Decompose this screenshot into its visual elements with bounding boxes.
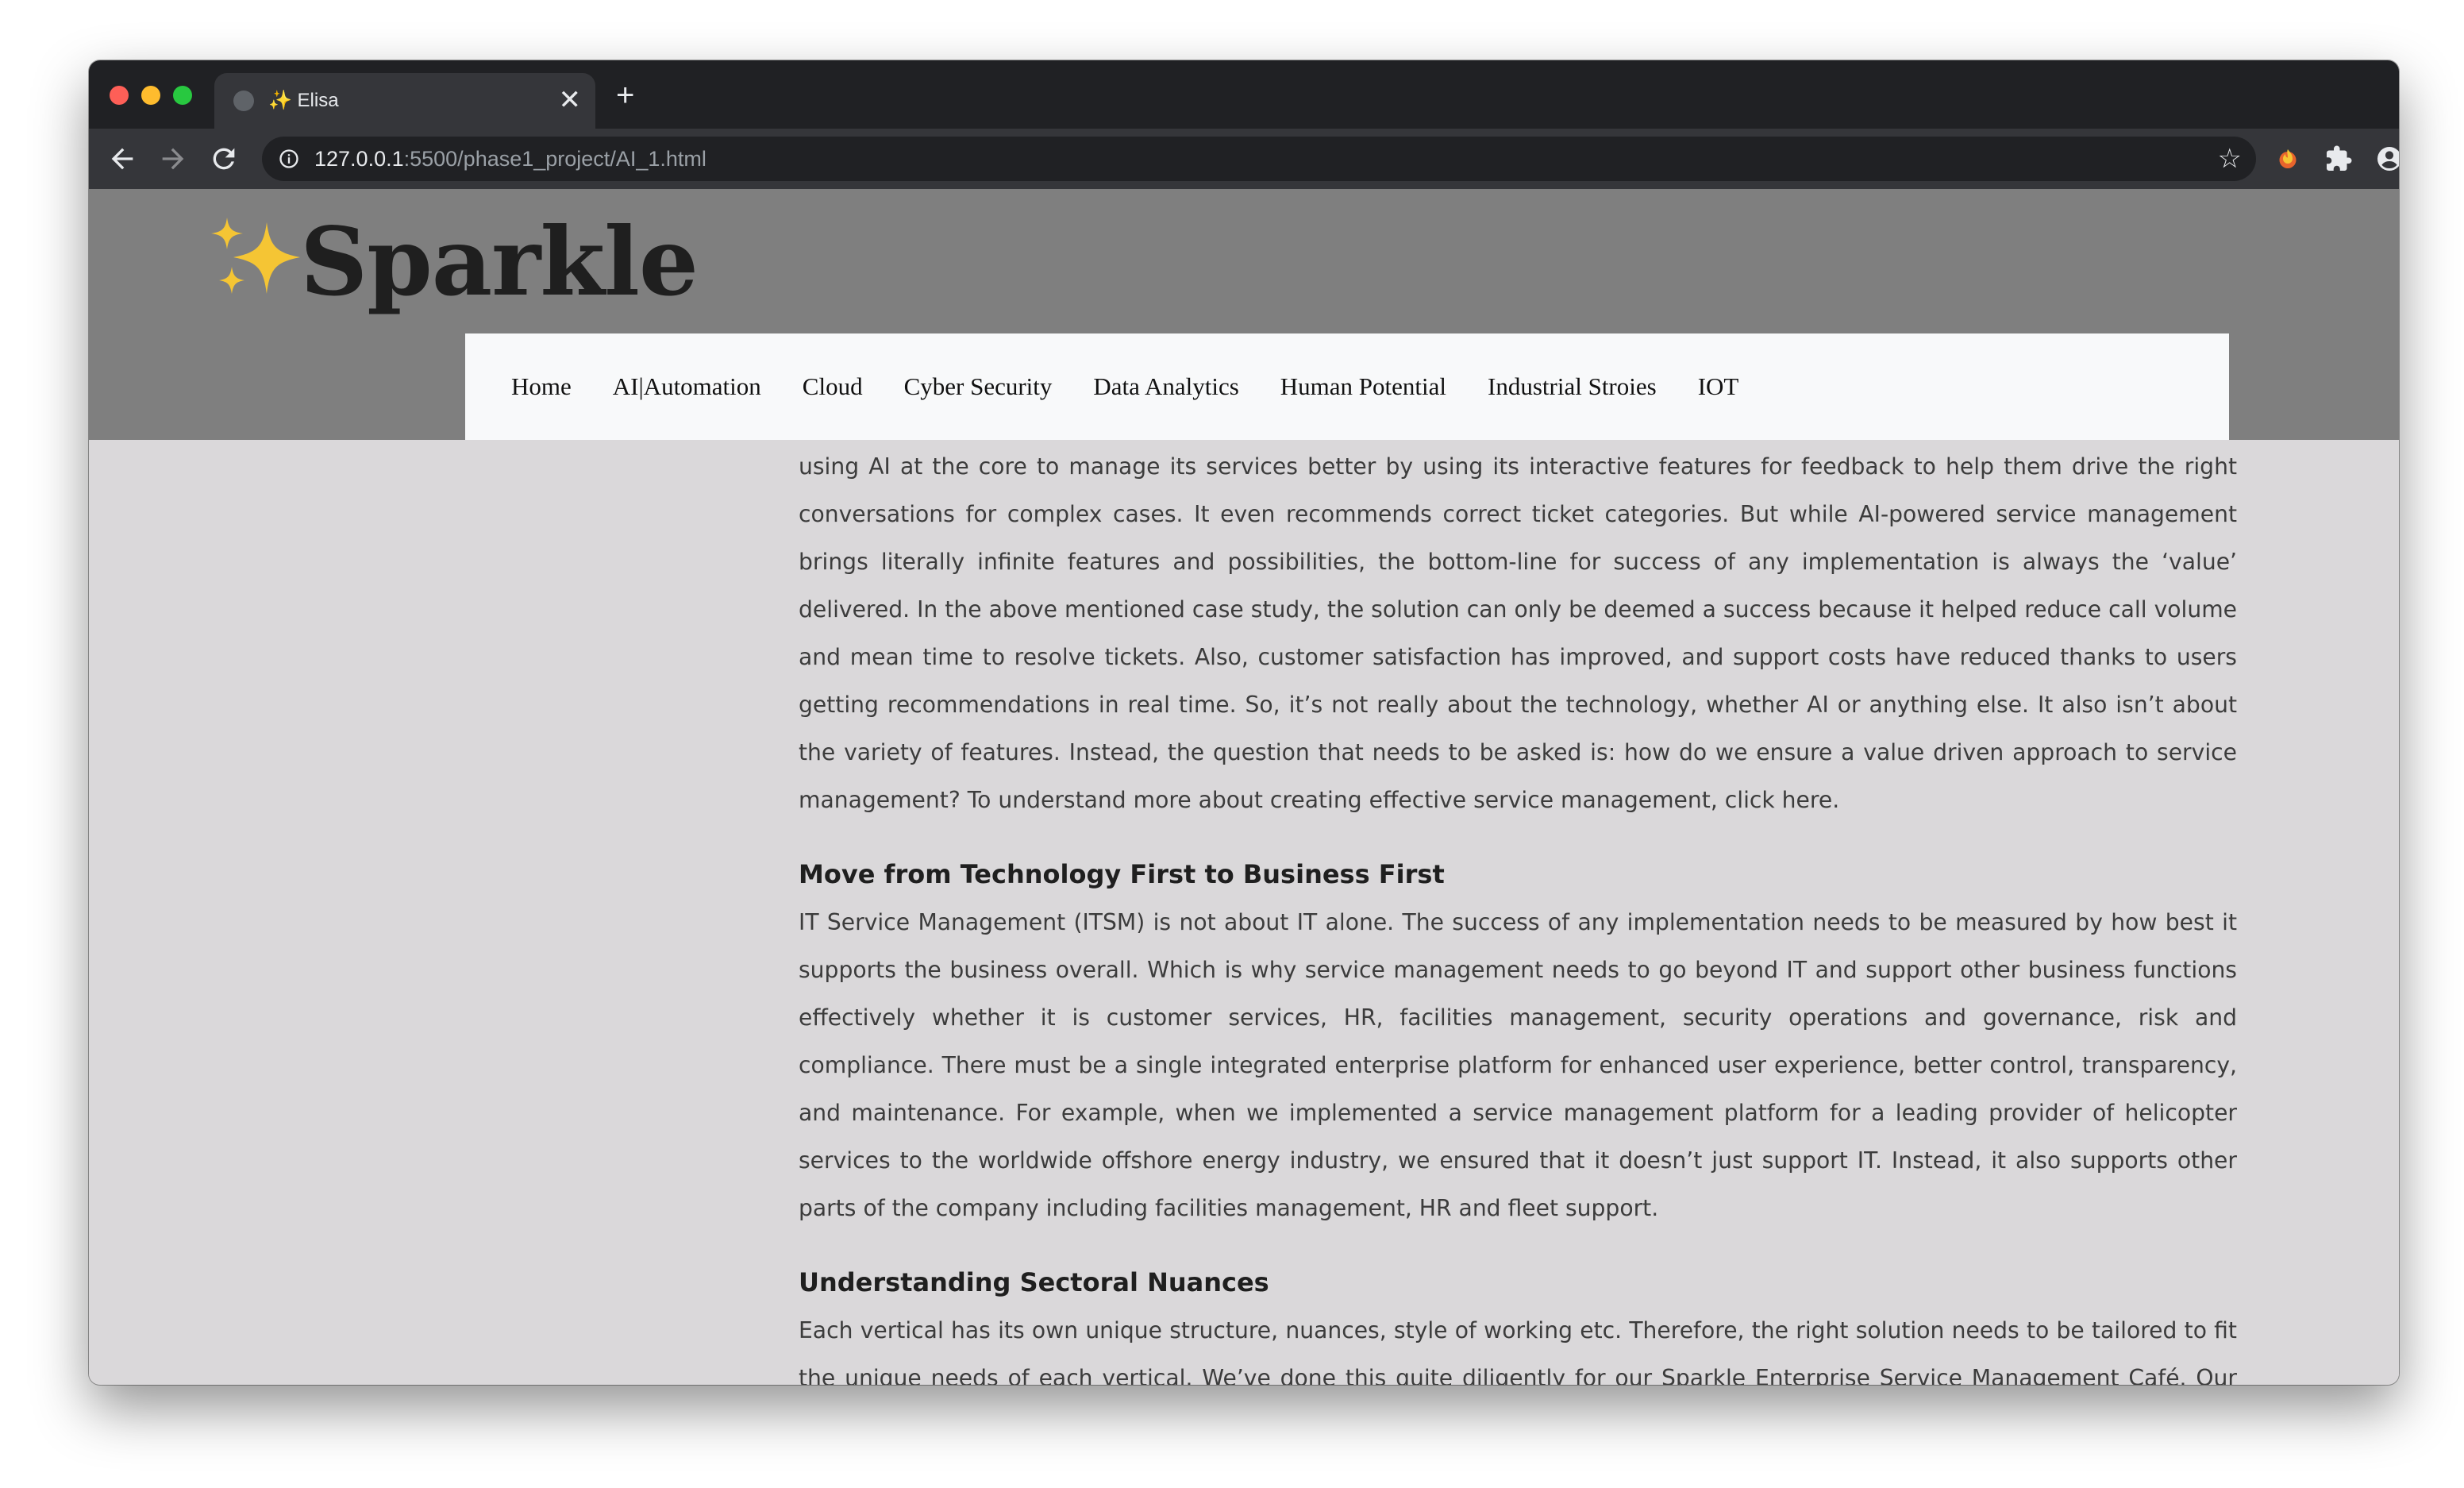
new-tab-button[interactable]: + bbox=[616, 79, 634, 111]
sparkles-icon bbox=[211, 218, 300, 294]
reload-button[interactable] bbox=[208, 143, 240, 175]
article-body: using AI at the core to manage its servi… bbox=[799, 443, 2237, 1385]
nav-item-human-potential[interactable]: Human Potential bbox=[1280, 372, 1446, 401]
window-maximize-button[interactable] bbox=[173, 86, 192, 105]
page-viewport: Sparkle Home AI|Automation Cloud Cyber S… bbox=[89, 189, 2399, 1385]
browser-toolbar: 127.0.0.1:5500/phase1_project/AI_1.html … bbox=[89, 129, 2399, 189]
nav-item-iot[interactable]: IOT bbox=[1698, 372, 1739, 401]
tab-title: ✨ Elisa bbox=[268, 90, 339, 111]
info-icon[interactable] bbox=[278, 148, 300, 170]
main-nav: Home AI|Automation Cloud Cyber Security … bbox=[465, 333, 2229, 440]
reload-icon bbox=[213, 148, 235, 170]
extension-flame-icon[interactable] bbox=[2273, 145, 2302, 173]
section-heading: Understanding Sectoral Nuances bbox=[799, 1267, 1269, 1297]
address-bar[interactable]: 127.0.0.1:5500/phase1_project/AI_1.html … bbox=[262, 137, 2256, 181]
tab-strip: ✨ Elisa ✕ + bbox=[89, 60, 2399, 129]
browser-tab[interactable]: ✨ Elisa ✕ bbox=[214, 73, 595, 129]
back-button[interactable] bbox=[106, 143, 138, 175]
arrow-left-icon bbox=[111, 148, 133, 170]
section-heading: Move from Technology First to Business F… bbox=[799, 859, 1445, 889]
window-minimize-button[interactable] bbox=[141, 86, 160, 105]
star-icon[interactable]: ☆ bbox=[2218, 145, 2242, 173]
article-paragraph: IT Service Management (ITSM) is not abou… bbox=[799, 909, 2237, 1221]
url-text[interactable]: 127.0.0.1:5500/phase1_project/AI_1.html bbox=[314, 147, 706, 172]
brand-name: Sparkle bbox=[300, 206, 699, 317]
url-path: :5500/phase1_project/AI_1.html bbox=[403, 147, 706, 171]
nav-item-home[interactable]: Home bbox=[511, 372, 572, 401]
url-host: 127.0.0.1 bbox=[314, 147, 404, 171]
window-close-button[interactable] bbox=[110, 86, 129, 105]
nav-item-cloud[interactable]: Cloud bbox=[803, 372, 863, 401]
browser-window: ✨ Elisa ✕ + 127.0.0.1:5500/phase1_projec… bbox=[89, 60, 2399, 1385]
article-paragraph: using AI at the core to manage its servi… bbox=[799, 453, 2237, 813]
globe-icon bbox=[233, 91, 254, 111]
nav-item-industrial-stories[interactable]: Industrial Stroies bbox=[1488, 372, 1657, 401]
puzzle-icon[interactable] bbox=[2324, 145, 2353, 173]
tab-close-button[interactable]: ✕ bbox=[559, 84, 582, 116]
site-header: Sparkle Home AI|Automation Cloud Cyber S… bbox=[89, 189, 2399, 440]
nav-item-data-analytics[interactable]: Data Analytics bbox=[1093, 372, 1238, 401]
arrow-right-icon bbox=[162, 148, 184, 170]
nav-item-ai-automation[interactable]: AI|Automation bbox=[613, 372, 761, 401]
profile-icon[interactable] bbox=[2375, 145, 2399, 173]
article-paragraph: Each vertical has its own unique structu… bbox=[799, 1317, 2237, 1385]
nav-item-cyber-security[interactable]: Cyber Security bbox=[904, 372, 1053, 401]
forward-button[interactable] bbox=[157, 143, 189, 175]
